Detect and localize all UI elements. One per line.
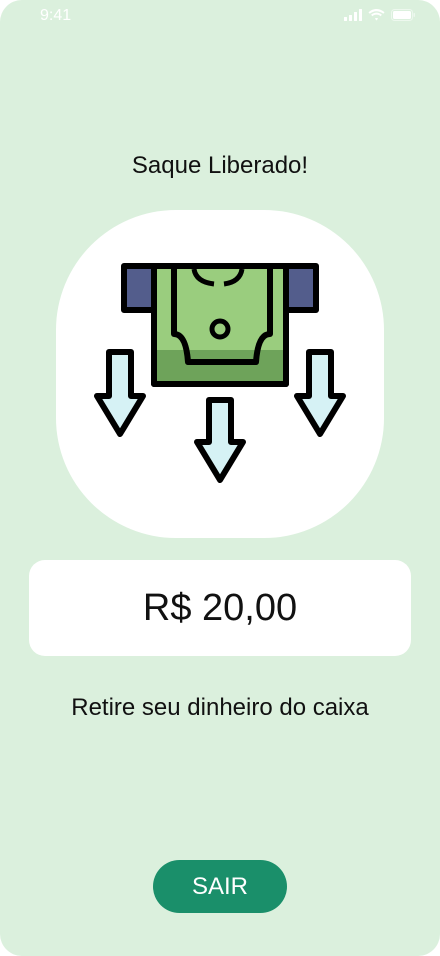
page-title: Saque Liberado! — [131, 152, 309, 179]
exit-button[interactable]: SAIR — [153, 860, 287, 913]
status-icons — [344, 9, 416, 21]
withdrawal-amount: R$ 20,00 — [142, 586, 298, 629]
instruction-text: Retire seu dinheiro do caixa — [71, 694, 369, 721]
illustration-card — [56, 210, 384, 538]
battery-icon — [391, 9, 416, 21]
cash-withdrawal-icon — [94, 263, 346, 483]
amount-card: R$ 20,00 — [29, 560, 411, 656]
status-bar: 9:41 — [0, 0, 440, 32]
withdrawal-success-screen: 9:41 Saque Liberado! R$ 20,00 Retire seu… — [0, 0, 440, 956]
cellular-signal-icon — [344, 9, 362, 21]
status-time: 9:41 — [40, 7, 72, 24]
wifi-icon — [368, 9, 385, 21]
